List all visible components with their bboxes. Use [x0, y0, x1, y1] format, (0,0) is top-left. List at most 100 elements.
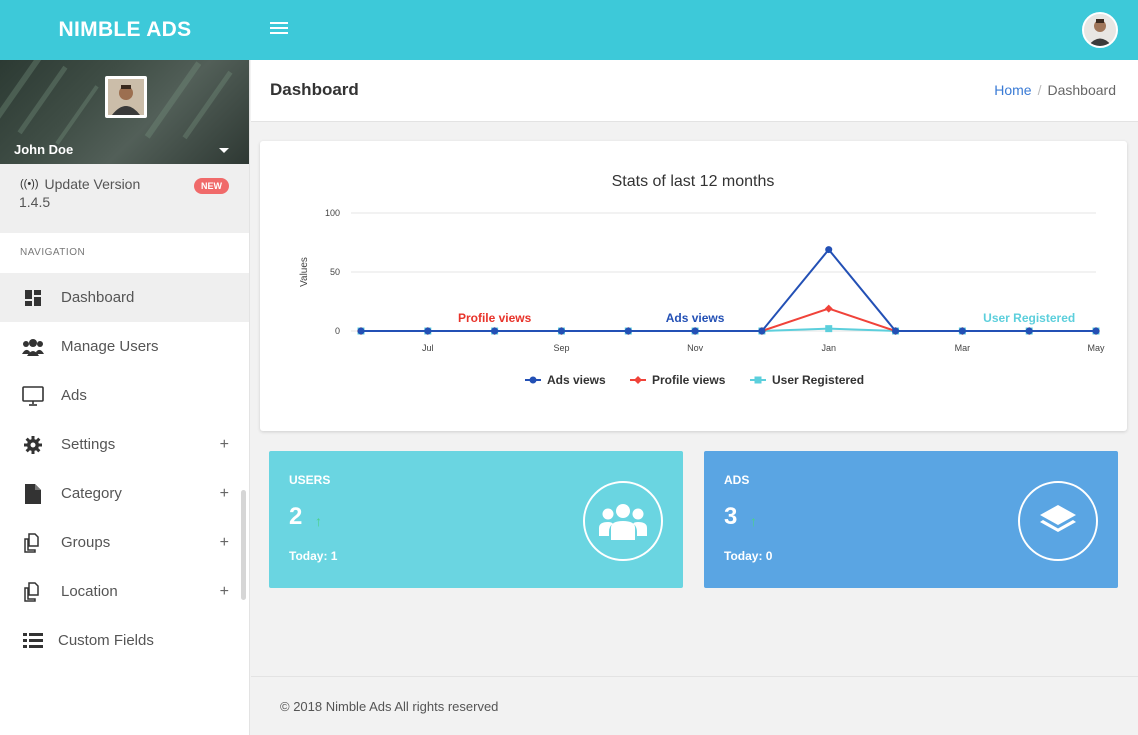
- page-header: Dashboard Home / Dashboard: [251, 60, 1138, 122]
- chart-title: Stats of last 12 months: [612, 173, 775, 190]
- brand-logo[interactable]: NIMBLE ADS: [0, 0, 250, 60]
- layers-icon: [1018, 481, 1098, 561]
- sidebar-item-label: Manage Users: [61, 338, 159, 355]
- broadcast-icon: ((•)): [20, 178, 39, 190]
- sidebar: John Doe ((•)) Update Version 1.4.5 NEW …: [0, 60, 250, 735]
- list-icon: [22, 630, 44, 652]
- user-avatar[interactable]: [1082, 12, 1118, 48]
- chart-data-point: [1092, 327, 1100, 335]
- hamburger-icon[interactable]: [270, 22, 288, 36]
- chart-data-point: [892, 327, 900, 335]
- sidebar-item-settings[interactable]: Settings +: [0, 420, 249, 469]
- ads-stat-card[interactable]: ADS 3 ↑ Today: 0: [704, 451, 1118, 588]
- sidebar-item-label: Groups: [61, 534, 111, 551]
- breadcrumb-home-link[interactable]: Home: [994, 82, 1031, 98]
- new-badge: NEW: [194, 178, 229, 194]
- chart-data-point: [491, 327, 499, 335]
- users-icon: [22, 336, 44, 358]
- chevron-down-icon[interactable]: [219, 148, 229, 153]
- update-version-number: 1.4.5: [19, 194, 51, 210]
- chart-data-point: [825, 246, 833, 254]
- monitor-icon: [22, 385, 44, 407]
- sidebar-item-label: Settings: [61, 436, 116, 453]
- profile-avatar[interactable]: [105, 76, 147, 118]
- chart-annotation: Profile views: [458, 311, 532, 325]
- stat-label: USERS: [289, 473, 331, 487]
- sidebar-item-groups[interactable]: Groups +: [0, 518, 249, 567]
- update-label: Update Version: [44, 176, 141, 192]
- main-content: Dashboard Home / Dashboard Stats of last 1…: [251, 60, 1138, 735]
- chart-y-axis-label: Values: [299, 257, 310, 287]
- sidebar-item-custom-fields[interactable]: Custom Fields: [0, 616, 249, 665]
- top-bar: NIMBLE ADS: [0, 0, 1138, 60]
- sidebar-item-dashboard[interactable]: Dashboard: [0, 273, 249, 322]
- chart-data-point: [825, 325, 833, 333]
- footer-copyright: © 2018 Nimble Ads All rights reserved: [280, 699, 499, 714]
- chart-data-point: [357, 327, 365, 335]
- arrow-up-icon: ↑: [750, 513, 757, 529]
- update-version-item[interactable]: ((•)) Update Version 1.4.5 NEW: [0, 164, 249, 233]
- line-chart: Stats of last 12 months Values 0 50 100 Jul Se…: [299, 173, 1105, 387]
- chart-data-point: [557, 327, 565, 335]
- breadcrumb-separator: /: [1037, 82, 1042, 98]
- page-title: Dashboard: [270, 80, 359, 99]
- footer: © 2018 Nimble Ads All rights reserved: [251, 676, 1138, 735]
- copy-icon: [22, 581, 44, 603]
- chart-legend-label: Ads views: [547, 373, 606, 387]
- stats-chart-card: Stats of last 12 months Values 0 50 100 Jul Se…: [260, 141, 1127, 431]
- sidebar-item-label: Dashboard: [61, 289, 135, 306]
- chart-annotation: User Registered: [983, 311, 1075, 325]
- chart-legend-marker: [754, 376, 762, 384]
- arrow-up-icon: ↑: [315, 513, 322, 529]
- chart-x-tick-label: Jan: [821, 343, 836, 353]
- sidebar-scrollbar[interactable]: [241, 490, 246, 600]
- chart-x-tick-label: Nov: [687, 343, 704, 353]
- expand-icon[interactable]: +: [220, 583, 229, 601]
- chart-data-point: [1025, 327, 1033, 335]
- profile-banner: John Doe: [0, 60, 249, 164]
- chart-x-tick-label: Mar: [955, 343, 971, 353]
- sidebar-item-label: Ads: [61, 387, 87, 404]
- gear-icon: [22, 434, 44, 456]
- chart-data-point: [624, 327, 632, 335]
- stat-label: ADS: [724, 473, 750, 487]
- breadcrumb-current: Dashboard: [1047, 82, 1117, 98]
- copy-icon: [22, 532, 44, 554]
- chart-y-tick-label: 100: [325, 208, 340, 218]
- dashboard-icon: [22, 287, 44, 309]
- nav-section-header: NAVIGATION: [20, 247, 86, 258]
- stat-value: 2: [289, 503, 303, 530]
- stat-value: 3: [724, 503, 738, 530]
- stat-today: Today: 0: [724, 549, 773, 563]
- users-icon: [583, 481, 663, 561]
- sidebar-item-location[interactable]: Location +: [0, 567, 249, 616]
- chart-data-point: [958, 327, 966, 335]
- breadcrumb: Home / Dashboard: [994, 82, 1116, 98]
- sidebar-item-label: Category: [61, 485, 122, 502]
- expand-icon[interactable]: +: [220, 436, 229, 454]
- sidebar-item-manage-users[interactable]: Manage Users: [0, 322, 249, 371]
- chart-data-point: [758, 327, 766, 335]
- chart-legend-label: User Registered: [772, 373, 864, 387]
- chart-data-point: [691, 327, 699, 335]
- expand-icon[interactable]: +: [220, 485, 229, 503]
- sidebar-item-label: Custom Fields: [58, 632, 154, 649]
- profile-name: John Doe: [14, 142, 74, 157]
- chart-x-tick-label: Sep: [553, 343, 569, 353]
- sidebar-item-label: Location: [61, 583, 118, 600]
- sidebar-item-category[interactable]: Category +: [0, 469, 249, 518]
- stat-today: Today: 1: [289, 549, 338, 563]
- chart-annotation: Ads views: [666, 311, 725, 325]
- chart-y-tick-label: 0: [335, 326, 340, 336]
- expand-icon[interactable]: +: [220, 534, 229, 552]
- chart-data-point: [824, 304, 833, 313]
- chart-y-tick-label: 50: [330, 267, 340, 277]
- sidebar-item-ads[interactable]: Ads: [0, 371, 249, 420]
- users-stat-card[interactable]: USERS 2 ↑ Today: 1: [269, 451, 683, 588]
- chart-x-tick-label: May: [1087, 343, 1105, 353]
- chart-legend-marker: [634, 376, 642, 384]
- chart-legend-label: Profile views: [652, 373, 726, 387]
- file-icon: [22, 483, 44, 505]
- chart-data-point: [424, 327, 432, 335]
- chart-legend-marker: [529, 376, 537, 384]
